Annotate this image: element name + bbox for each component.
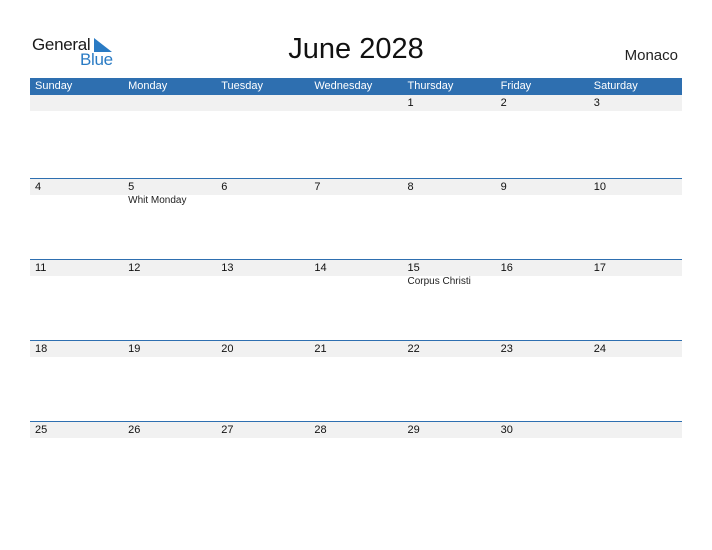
day-number	[35, 95, 123, 111]
day-cell: 25	[30, 422, 123, 438]
week-row: 18 19 20 21 22 23 24	[30, 340, 682, 421]
day-cell: 18	[30, 341, 123, 357]
day-number: 4	[35, 181, 42, 193]
day-cell: 19	[123, 341, 216, 357]
weekday-friday: Friday	[500, 80, 532, 92]
weekday-tuesday: Tuesday	[221, 80, 264, 92]
day-cell	[123, 95, 216, 111]
calendar-grid: Sunday Monday Tuesday Wednesday Thursday…	[30, 78, 682, 502]
weekday-thursday: Thursday	[407, 80, 454, 92]
day-cell: 12	[123, 260, 216, 288]
day-cell: 11	[30, 260, 123, 288]
day-number: 16	[500, 262, 513, 274]
day-cell	[30, 95, 123, 111]
day-number: 3	[593, 97, 600, 109]
day-number: 22	[407, 343, 420, 355]
day-number: 24	[593, 343, 606, 355]
day-number: 13	[221, 262, 234, 274]
weekday-wednesday: Wednesday	[314, 80, 373, 92]
weekday-header: Sunday Monday Tuesday Wednesday Thursday…	[30, 78, 682, 95]
day-number: 19	[128, 343, 141, 355]
day-number: 5	[128, 181, 135, 193]
day-cell: 3	[589, 95, 682, 111]
day-cell: 29	[403, 422, 496, 438]
day-cell: 27	[216, 422, 309, 438]
day-number	[594, 422, 682, 438]
week-row: 1 2 3	[30, 95, 682, 178]
day-cell: 7	[309, 179, 402, 207]
day-number: 27	[221, 424, 234, 436]
day-number: 18	[35, 343, 48, 355]
day-cell: 22	[403, 341, 496, 357]
day-cell: 28	[309, 422, 402, 438]
holiday-label: Corpus Christi	[407, 276, 471, 287]
day-number: 17	[593, 262, 606, 274]
day-cell: 6	[216, 179, 309, 207]
week-row: 11 12 13 14 15 Corpus Christi 16 17	[30, 259, 682, 340]
weekday-monday: Monday	[128, 80, 168, 92]
day-number	[128, 95, 216, 111]
day-cell	[309, 95, 402, 111]
day-number	[221, 95, 309, 111]
day-number: 1	[407, 97, 414, 109]
day-number: 8	[407, 181, 414, 193]
day-number: 11	[35, 262, 47, 274]
day-cell: 5 Whit Monday	[123, 179, 216, 207]
day-cell: 26	[123, 422, 216, 438]
weekday-saturday: Saturday	[593, 80, 638, 92]
day-cell: 8	[403, 179, 496, 207]
day-number: 6	[221, 181, 228, 193]
day-cell: 4	[30, 179, 123, 207]
day-number: 23	[500, 343, 513, 355]
weekday-sunday: Sunday	[35, 80, 73, 92]
day-cell	[216, 95, 309, 111]
day-number: 2	[500, 97, 507, 109]
country-label: Monaco	[624, 47, 678, 64]
day-cell: 24	[589, 341, 682, 357]
day-cell: 15 Corpus Christi	[403, 260, 496, 288]
day-number: 14	[314, 262, 327, 274]
day-cell: 20	[216, 341, 309, 357]
day-cell: 21	[309, 341, 402, 357]
day-cell: 9	[496, 179, 589, 207]
day-number	[314, 95, 402, 111]
day-cell: 2	[496, 95, 589, 111]
calendar-title: June 2028	[288, 33, 424, 65]
day-number: 15	[407, 262, 420, 274]
day-cell: 17	[589, 260, 682, 288]
day-cell: 10	[589, 179, 682, 207]
day-cell: 1	[403, 95, 496, 111]
day-cell: 23	[496, 341, 589, 357]
day-number: 25	[35, 424, 48, 436]
day-number: 29	[407, 424, 420, 436]
day-number: 12	[128, 262, 141, 274]
day-cell: 16	[496, 260, 589, 288]
day-number: 30	[500, 424, 513, 436]
day-number: 9	[500, 181, 507, 193]
day-number: 26	[128, 424, 141, 436]
day-number: 28	[314, 424, 327, 436]
day-number: 7	[314, 181, 321, 193]
day-cell: 30	[496, 422, 589, 438]
week-row: 4 5 Whit Monday 6 7 8 9 10	[30, 178, 682, 259]
day-number: 10	[593, 181, 606, 193]
day-number: 21	[314, 343, 327, 355]
day-cell: 14	[309, 260, 402, 288]
day-number: 20	[221, 343, 234, 355]
day-cell	[589, 422, 682, 438]
week-row: 25 26 27 28 29 30	[30, 421, 682, 502]
day-cell: 13	[216, 260, 309, 288]
holiday-label: Whit Monday	[128, 195, 187, 206]
